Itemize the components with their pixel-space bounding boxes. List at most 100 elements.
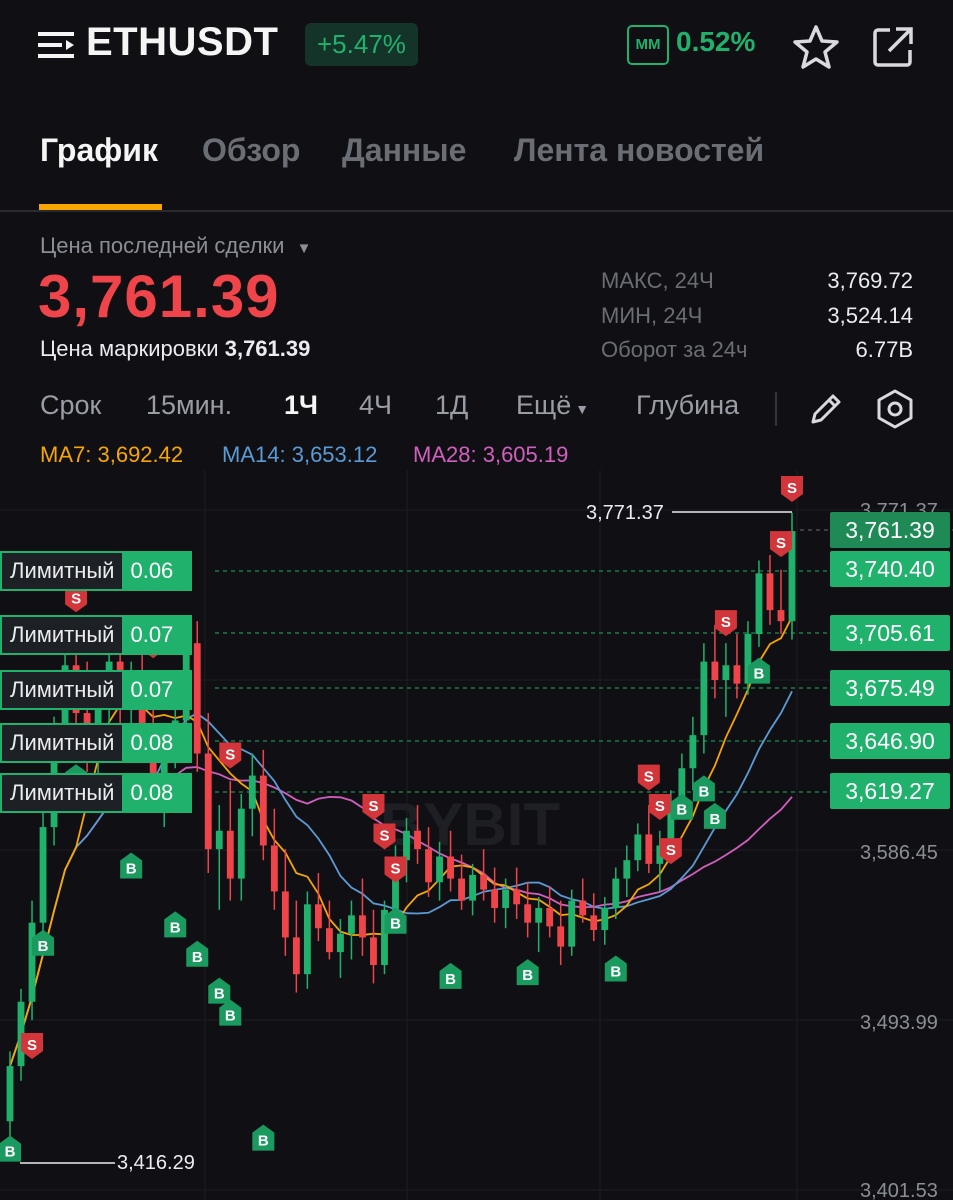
candle-body [557, 926, 565, 947]
mark-price-value: 3,761.39 [224, 336, 311, 361]
order-price-tag[interactable]: 3,705.61 [830, 615, 950, 651]
candle-body [348, 915, 355, 934]
order-price-tag[interactable]: 3,619.27 [830, 773, 950, 809]
term-label: Срок [40, 390, 102, 420]
menu-icon[interactable] [38, 30, 74, 60]
ma14-value: 3,653.12 [291, 442, 378, 467]
ma14-indicator: MA14: 3,653.12 [222, 442, 377, 468]
candle-body [700, 661, 708, 736]
ma28-value: 3,605.19 [482, 442, 569, 467]
toolbar-divider [775, 392, 777, 426]
buy-marker-icon: B [516, 959, 539, 986]
svg-text:S: S [721, 614, 731, 631]
svg-text:B: B [192, 949, 203, 966]
axis-tick: 3,493.99 [860, 1012, 938, 1034]
svg-text:B: B [5, 1144, 16, 1161]
candle-body [568, 900, 576, 947]
order-qty: 0.06 [122, 551, 193, 591]
caret-down-icon: ▼ [575, 401, 590, 417]
svg-text:B: B [225, 1008, 236, 1025]
candle-body [491, 889, 499, 908]
limit-order-label[interactable]: Лимитный 0.07 [0, 615, 193, 655]
depth-button[interactable]: Глубина [636, 390, 739, 421]
timeframe-4h[interactable]: 4Ч [359, 390, 392, 421]
candle-body [480, 874, 488, 890]
order-qty: 0.07 [122, 670, 193, 710]
order-type: Лимитный [0, 670, 123, 710]
order-price-tag[interactable]: 3,646.90 [830, 723, 950, 759]
star-icon[interactable] [792, 24, 840, 70]
candle-body [270, 845, 278, 892]
low-marker-label: 3,416.29 [117, 1152, 195, 1174]
tab-news[interactable]: Лента новостей [514, 132, 764, 169]
sell-marker-icon: S [384, 856, 407, 883]
candle-body [281, 891, 289, 938]
last-price: 3,761.39 [38, 263, 280, 330]
candle-body [535, 907, 543, 923]
order-price-tag[interactable]: 3,740.40 [830, 551, 950, 587]
mark-price-label: Цена маркировки [40, 336, 219, 361]
tab-data[interactable]: Данные [342, 132, 466, 169]
timeframe-15m[interactable]: 15мин. [146, 390, 232, 421]
buy-marker-icon: B [0, 1135, 21, 1162]
candle-body [436, 856, 443, 883]
limit-order-label[interactable]: Лимитный 0.07 [0, 670, 193, 710]
svg-text:B: B [258, 1133, 269, 1150]
limit-order-label[interactable]: Лимитный 0.08 [0, 723, 193, 763]
tab-overview[interactable]: Обзор [202, 132, 300, 169]
limit-order-label[interactable]: Лимитный 0.06 [0, 551, 193, 591]
buy-marker-icon: B [703, 802, 726, 829]
order-price-tag[interactable]: 3,675.49 [830, 670, 950, 706]
buy-marker-icon: B [164, 911, 187, 938]
svg-text:S: S [655, 798, 665, 815]
symbol-title[interactable]: ETHUSDT [86, 20, 278, 65]
candle-body [469, 874, 477, 901]
candle-body [237, 808, 245, 879]
svg-text:S: S [776, 535, 786, 552]
candle-body [248, 775, 256, 809]
sell-marker-icon: S [781, 475, 803, 502]
buy-marker-icon: B [670, 793, 693, 820]
candle-body [458, 878, 465, 901]
candle-body [755, 573, 763, 635]
buy-marker-icon: B [208, 977, 231, 1004]
timeframe-1h[interactable]: 1Ч [284, 390, 318, 421]
price-chart[interactable]: BYBITSSSSSSSSSSSSSBBBBBBBBBBBBBBBBB 3,77… [0, 470, 953, 1200]
svg-text:B: B [445, 971, 456, 988]
candle-body [513, 889, 521, 905]
caret-down-icon: ▼ [296, 240, 312, 257]
high-24h-value: 3,769.72 [827, 268, 913, 293]
candle-body [303, 904, 311, 975]
svg-text:B: B [170, 919, 181, 936]
settings-icon[interactable] [874, 388, 916, 430]
timeframe-1d[interactable]: 1Д [435, 390, 468, 421]
mm-value[interactable]: 0.52% [676, 26, 755, 58]
share-icon[interactable] [870, 24, 916, 70]
candle-body [447, 856, 454, 879]
order-type: Лимитный [0, 615, 123, 655]
candle-body [722, 665, 730, 680]
more-timeframes-button[interactable]: Ещё ▼ [516, 390, 589, 421]
ma7-value: 3,692.42 [97, 442, 184, 467]
candle-body [6, 1066, 14, 1122]
active-tab-indicator [39, 204, 162, 210]
limit-order-label[interactable]: Лимитный 0.08 [0, 773, 193, 813]
svg-text:B: B [676, 802, 687, 819]
candle-body [711, 661, 719, 680]
order-qty: 0.08 [122, 773, 193, 813]
svg-text:B: B [610, 963, 621, 980]
last-price-selector[interactable]: Цена последней сделки ▼ [40, 233, 311, 259]
svg-text:S: S [666, 842, 676, 859]
candle-body [689, 735, 697, 769]
axis-tick: 3,401.53 [860, 1180, 938, 1200]
svg-text:B: B [38, 938, 49, 955]
tab-chart[interactable]: График [40, 132, 158, 169]
change-badge: +5.47% [305, 23, 418, 66]
svg-text:S: S [27, 1037, 37, 1054]
mm-icon[interactable]: MM [627, 25, 669, 65]
order-type: Лимитный [0, 723, 123, 763]
order-type: Лимитный [0, 773, 123, 813]
pencil-icon[interactable] [807, 390, 845, 428]
sell-marker-icon: S [637, 764, 660, 791]
candle-body [623, 860, 631, 879]
